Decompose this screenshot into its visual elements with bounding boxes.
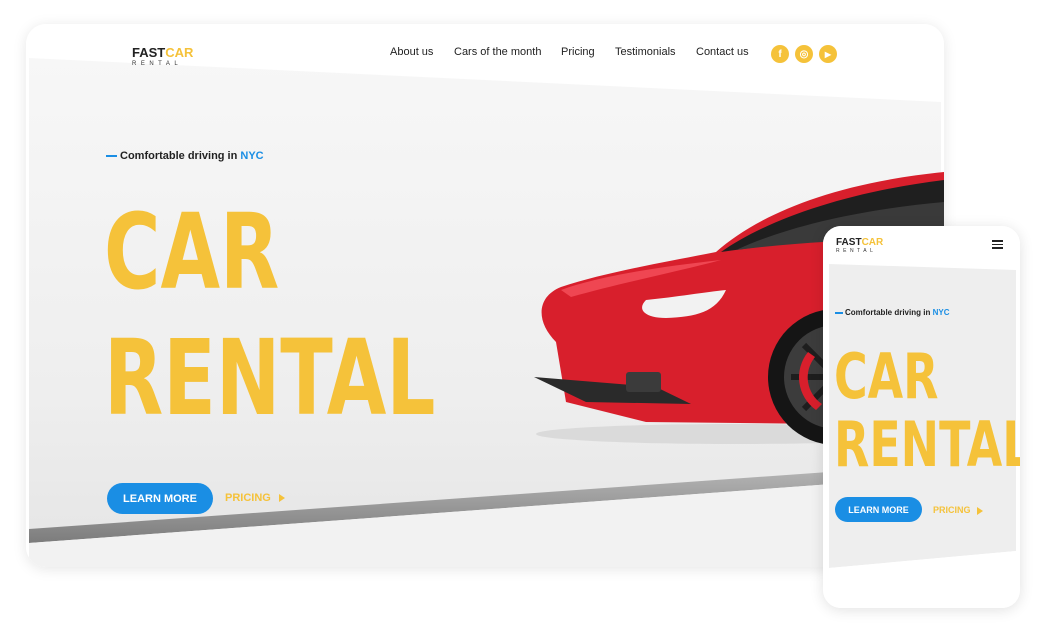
mobile-mockup: FASTCAR RENTAL Comfortable driving in NY… <box>823 226 1020 608</box>
learn-more-button[interactable]: LEARN MORE <box>107 483 213 514</box>
nav-contact-us[interactable]: Contact us <box>696 46 749 58</box>
mobile-hero-title-line1: CAR <box>834 340 939 413</box>
mobile-play-arrow-icon <box>976 506 983 515</box>
mobile-eyebrow-dash <box>835 312 843 314</box>
mobile-eyebrow-text: Comfortable driving in <box>845 308 931 317</box>
mobile-learn-more-button[interactable]: LEARN MORE <box>835 497 922 522</box>
mobile-hero-eyebrow: Comfortable driving in NYC <box>835 308 949 317</box>
mobile-logo-car: CAR <box>861 237 884 248</box>
facebook-icon[interactable]: f <box>771 45 789 63</box>
mobile-brand-logo[interactable]: FASTCAR RENTAL <box>836 238 883 254</box>
mobile-hero-title-line2: RENTAL <box>834 408 1020 481</box>
hero-title-line1: CAR <box>104 191 280 313</box>
mobile-pricing-link-label: PRICING <box>933 505 971 515</box>
eyebrow-text: Comfortable driving in <box>120 150 238 162</box>
pricing-link-label: PRICING <box>225 492 271 504</box>
eyebrow-dash <box>106 155 117 158</box>
nav-pricing[interactable]: Pricing <box>561 46 595 58</box>
nav-cars-of-the-month[interactable]: Cars of the month <box>454 46 541 58</box>
mobile-logo-fast: FAST <box>836 237 862 248</box>
pricing-link[interactable]: PRICING <box>225 492 285 504</box>
mobile-logo-subtitle: RENTAL <box>836 248 877 254</box>
desktop-mockup: FASTCAR RENTAL About us Cars of the mont… <box>26 24 944 567</box>
instagram-icon[interactable]: ◎ <box>795 45 813 63</box>
nav-testimonials[interactable]: Testimonials <box>615 46 676 58</box>
mobile-pricing-link[interactable]: PRICING <box>933 505 983 515</box>
youtube-icon[interactable]: ▶ <box>819 45 837 63</box>
eyebrow-city: NYC <box>240 150 264 162</box>
nav-about-us[interactable]: About us <box>390 46 433 58</box>
mobile-eyebrow-city: NYC <box>932 308 950 317</box>
hero-eyebrow: Comfortable driving in NYC <box>106 150 264 162</box>
hamburger-menu-icon[interactable] <box>992 240 1003 249</box>
top-navigation: FASTCAR RENTAL About us Cars of the mont… <box>26 24 944 84</box>
hero-title-line2: RENTAL <box>104 317 436 439</box>
play-arrow-icon <box>278 494 285 503</box>
